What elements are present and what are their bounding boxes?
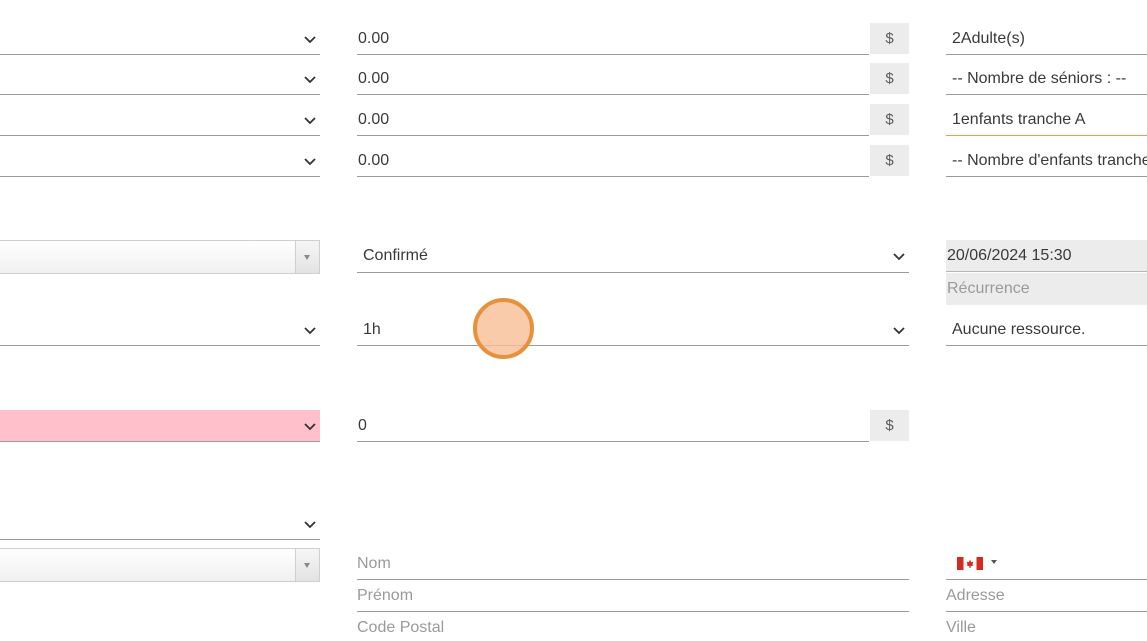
left-select-5[interactable] <box>0 314 320 346</box>
chevron-down-icon <box>892 323 906 337</box>
currency-addon: $ <box>870 145 909 176</box>
chevron-down-icon <box>303 517 317 531</box>
children-a-value: 1enfants tranche A <box>952 110 1086 128</box>
seniors-select[interactable]: -- Nombre de séniors : -- <box>946 63 1147 95</box>
booking-form: 0.00 $ 0.00 $ 0.00 $ 0.00 $ 2Adulte(s) -… <box>0 0 1147 641</box>
deposit-input[interactable]: 0 <box>357 410 869 442</box>
price-input-4[interactable]: 0.00 <box>357 145 869 177</box>
price-value: 0.00 <box>358 29 390 47</box>
recurrence-placeholder: Récurrence <box>947 280 1030 297</box>
click-indicator <box>473 298 534 359</box>
left-select-3[interactable] <box>0 104 320 136</box>
prenom-placeholder: Prénom <box>357 586 414 604</box>
duration-select[interactable]: 1h <box>357 314 909 346</box>
price-value: 0.00 <box>358 69 390 87</box>
left-select-6[interactable] <box>0 508 320 540</box>
chevron-down-icon <box>303 419 317 433</box>
price-input-2[interactable]: 0.00 <box>357 63 869 95</box>
currency-addon: $ <box>870 410 909 441</box>
canada-flag-icon[interactable] <box>957 557 983 570</box>
children-a-select[interactable]: 1enfants tranche A <box>946 104 1147 136</box>
status-value: Confirmé <box>363 247 428 264</box>
currency-addon: $ <box>870 23 909 54</box>
adults-value: 2Adulte(s) <box>952 29 1025 47</box>
code-postal-placeholder: Code Postal <box>357 619 445 636</box>
status-select[interactable]: Confirmé <box>357 240 909 273</box>
adresse-placeholder: Adresse <box>946 586 1005 604</box>
chevron-down-icon <box>303 113 317 127</box>
dropdown-arrow-icon[interactable] <box>295 241 319 273</box>
recurrence-input[interactable]: Récurrence <box>946 273 1147 305</box>
chevron-down-icon <box>892 249 906 263</box>
nom-placeholder: Nom <box>357 554 391 572</box>
ville-placeholder: Ville <box>946 619 976 636</box>
seniors-value: -- Nombre de séniors : -- <box>952 69 1127 87</box>
caret-down-icon[interactable] <box>991 560 997 564</box>
required-select[interactable] <box>0 410 320 442</box>
resource-select[interactable]: Aucune ressource. <box>946 314 1147 346</box>
price-value: 0.00 <box>358 151 390 169</box>
left-select-2[interactable] <box>0 63 320 95</box>
datetime-input[interactable]: 20/06/2024 15:30 <box>946 240 1147 272</box>
chevron-down-icon <box>303 32 317 46</box>
chevron-down-icon <box>303 154 317 168</box>
chevron-down-icon <box>303 323 317 337</box>
resource-value: Aucune ressource. <box>952 320 1086 338</box>
adults-select[interactable]: 2Adulte(s) <box>946 23 1147 55</box>
ville-input[interactable]: Ville <box>946 612 1147 641</box>
left-select-4[interactable] <box>0 145 320 177</box>
dropdown-arrow-icon[interactable] <box>295 549 319 581</box>
deposit-value: 0 <box>358 416 367 434</box>
currency-addon: $ <box>870 104 909 135</box>
datetime-value: 20/06/2024 15:30 <box>947 246 1072 264</box>
children-b-value: -- Nombre d'enfants tranche B : -- <box>952 151 1147 169</box>
prenom-input[interactable]: Prénom <box>357 580 909 612</box>
left-select-1[interactable] <box>0 23 320 55</box>
left-combobox-2[interactable] <box>0 548 320 582</box>
left-combobox-1[interactable] <box>0 240 320 274</box>
duration-value: 1h <box>363 320 381 338</box>
currency-addon: $ <box>870 63 909 94</box>
price-input-1[interactable]: 0.00 <box>357 23 869 55</box>
adresse-input[interactable]: Adresse <box>946 580 1147 612</box>
code-postal-input[interactable]: Code Postal <box>357 612 909 641</box>
nom-input[interactable]: Nom <box>357 548 909 580</box>
price-value: 0.00 <box>358 110 390 128</box>
chevron-down-icon <box>303 72 317 86</box>
children-b-select[interactable]: -- Nombre d'enfants tranche B : -- <box>946 145 1147 177</box>
price-input-3[interactable]: 0.00 <box>357 104 869 136</box>
